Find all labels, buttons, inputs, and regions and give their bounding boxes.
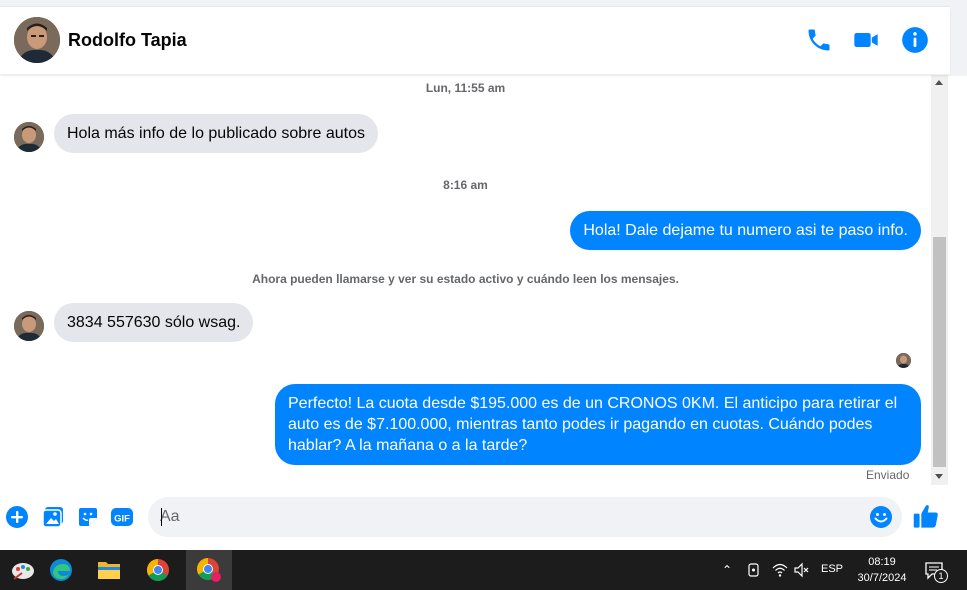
photo-icon[interactable] (41, 505, 65, 529)
video-icon[interactable] (852, 26, 880, 54)
chrome-icon[interactable] (135, 550, 181, 590)
like-icon[interactable] (912, 502, 940, 530)
plus-icon[interactable] (5, 505, 29, 529)
chevron-up-icon[interactable]: ⌃ (722, 563, 732, 577)
chat-scrollbar[interactable] (931, 75, 948, 485)
emoji-icon[interactable] (869, 505, 893, 529)
sticker-icon[interactable] (76, 505, 100, 529)
phone-icon[interactable] (805, 26, 833, 54)
outgoing-message[interactable]: Perfecto! La cuota desde $195.000 es de … (275, 384, 921, 465)
contact-avatar-small[interactable] (14, 122, 44, 152)
notification-icon[interactable]: 1 (924, 560, 948, 587)
volume-muted-icon[interactable] (794, 562, 810, 583)
clock-time: 08:19 (868, 556, 896, 568)
seen-avatar (896, 353, 911, 368)
chrome-profile-icon[interactable] (186, 550, 232, 590)
delivery-status: Enviado (866, 468, 910, 482)
incoming-message[interactable]: 3834 557630 sólo wsag. (54, 303, 254, 342)
incoming-message[interactable]: Hola más info de lo publicado sobre auto… (54, 114, 378, 153)
scroll-up-arrow[interactable] (935, 80, 943, 85)
windows-taskbar: ⌃ ESP 08:19 30/7/2024 1 (0, 550, 967, 590)
contact-avatar[interactable] (14, 17, 60, 63)
window-edge (950, 76, 967, 550)
file-explorer-icon[interactable] (86, 550, 132, 590)
info-icon[interactable] (901, 26, 929, 54)
wifi-icon[interactable] (772, 562, 788, 583)
text-caret (161, 508, 162, 526)
contact-avatar-small[interactable] (14, 311, 44, 341)
outgoing-message[interactable]: Hola! Dale dejame tu numero asi te paso … (570, 211, 921, 250)
composer: GIF (0, 486, 950, 549)
meet-now-icon[interactable] (748, 562, 762, 583)
gif-label: GIF (114, 514, 130, 525)
scroll-down-arrow[interactable] (935, 474, 943, 479)
message-input-wrap[interactable] (148, 497, 902, 537)
notification-badge: 1 (934, 569, 948, 583)
message-input[interactable] (160, 497, 860, 537)
system-clock[interactable]: 08:19 30/7/2024 (852, 554, 912, 586)
timestamp: 8:16 am (443, 178, 488, 192)
edge-icon[interactable] (38, 550, 84, 590)
messenger-window: Rodolfo Tapia Lun, 11:55 am Hola más inf… (0, 0, 967, 590)
top-strip (0, 0, 950, 7)
gif-icon[interactable]: GIF (110, 505, 134, 529)
chat-header: Rodolfo Tapia (0, 8, 950, 74)
clock-date: 30/7/2024 (857, 572, 907, 584)
system-notice: Ahora pueden llamarse y ver su estado ac… (252, 272, 679, 286)
language-indicator[interactable]: ESP (821, 563, 843, 575)
scroll-thumb[interactable] (933, 237, 946, 467)
window-edge (950, 0, 967, 76)
contact-name[interactable]: Rodolfo Tapia (68, 30, 187, 51)
timestamp: Lun, 11:55 am (425, 81, 506, 95)
message-list[interactable]: Lun, 11:55 am Hola más info de lo public… (0, 75, 931, 485)
